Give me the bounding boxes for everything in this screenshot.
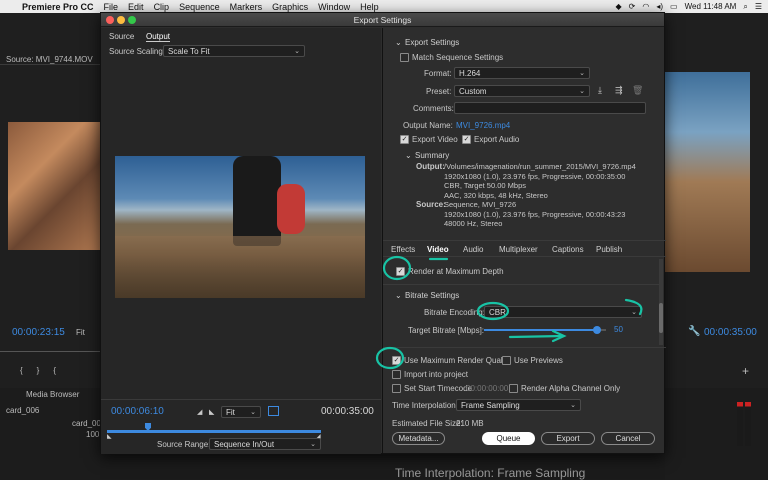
annotation-circle [382, 255, 412, 281]
annotation-arrow [508, 334, 565, 339]
annotation-overlay [375, 255, 643, 370]
annotation-mark [624, 298, 643, 316]
annotation-circle [375, 346, 405, 370]
annotation-circle [476, 301, 510, 321]
